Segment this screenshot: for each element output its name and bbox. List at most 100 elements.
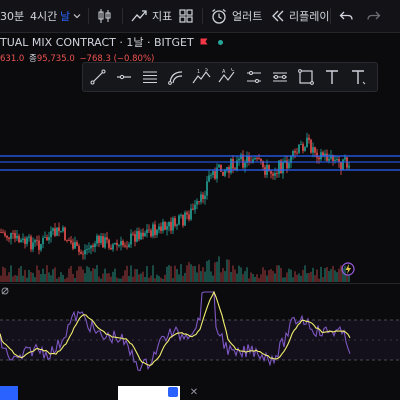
- candle-body: [260, 158, 262, 161]
- replay-rewind-icon: [272, 10, 284, 22]
- price-range-tool[interactable]: [243, 66, 265, 88]
- candle-body: [98, 235, 100, 243]
- volume-bar: [172, 278, 174, 282]
- volume-bar: [158, 275, 160, 282]
- parallel-channel-tool[interactable]: [139, 66, 161, 88]
- close-value: 95,735.0: [36, 54, 75, 64]
- candle-body: [222, 171, 224, 176]
- volume-bar: [56, 278, 58, 282]
- volume-bar: [198, 264, 200, 282]
- candle-body: [182, 214, 184, 226]
- volume-bar: [326, 267, 328, 282]
- volume-bar: [322, 277, 324, 282]
- candle-body: [194, 204, 196, 210]
- candle-body: [26, 237, 28, 244]
- trend-line-tool[interactable]: [87, 66, 109, 88]
- volume-bar: [76, 270, 78, 282]
- candle-body: [316, 152, 318, 158]
- candle-body: [96, 235, 98, 244]
- open-value-partial: 631.0: [0, 54, 25, 64]
- volume-bar: [110, 276, 112, 282]
- candle-body: [342, 159, 344, 171]
- info-badge-icon[interactable]: [168, 387, 178, 397]
- volume-bar: [218, 256, 220, 282]
- candle-body: [198, 201, 200, 202]
- volume-bar: [208, 259, 210, 282]
- candle-body: [196, 201, 198, 205]
- volume-bar: [192, 266, 194, 282]
- elliott-wave-tool[interactable]: 15: [191, 66, 213, 88]
- volume-bar: [254, 276, 256, 282]
- candle-body: [112, 244, 114, 250]
- volume-bar: [58, 276, 60, 282]
- volume-bar: [318, 278, 320, 282]
- flag-icon[interactable]: [199, 37, 209, 47]
- volume-bar: [186, 265, 188, 282]
- horizontal-ray-tool[interactable]: [113, 66, 135, 88]
- candle-body: [40, 244, 42, 250]
- volume-bar: [148, 277, 150, 282]
- candle-body: [20, 240, 22, 243]
- volume-bar: [214, 262, 216, 282]
- candle-body: [200, 194, 202, 202]
- text-note-tool[interactable]: [347, 66, 369, 88]
- layout-button[interactable]: [178, 0, 194, 32]
- interval-dropdown[interactable]: [72, 0, 82, 32]
- volume-bar: [112, 271, 114, 282]
- curve-icon: [168, 71, 183, 85]
- candle-body: [50, 231, 52, 238]
- interval-30m-button[interactable]: 30분: [0, 0, 24, 32]
- candle-body: [34, 240, 36, 243]
- volume-bar: [234, 269, 236, 282]
- candle-body: [188, 214, 190, 220]
- replay-button[interactable]: 리플레이: [270, 0, 329, 32]
- close-icon[interactable]: ✕: [188, 387, 200, 399]
- alert-button[interactable]: 얼러트: [210, 0, 262, 32]
- chart-type-button[interactable]: [96, 0, 114, 32]
- candle-body: [248, 156, 250, 162]
- volume-bar: [288, 268, 290, 282]
- candle-body: [206, 181, 208, 196]
- candle-body: [132, 233, 134, 235]
- volume-bar: [324, 268, 326, 282]
- rectangle-tool[interactable]: [295, 66, 317, 88]
- candle-body: [156, 229, 158, 235]
- rsi-chart[interactable]: [0, 284, 400, 386]
- candle-body: [32, 242, 34, 250]
- volume-bar: [60, 272, 62, 282]
- volume-bar: [268, 270, 270, 282]
- volume-bar: [98, 276, 100, 282]
- candle-body: [120, 241, 122, 246]
- top-toolbar: 30분 4시간 날 지표 얼러트 리플레이: [0, 0, 400, 33]
- horizontal-level-band[interactable]: [0, 155, 400, 171]
- volume-bar: [74, 278, 76, 282]
- volume-bar: [244, 271, 246, 282]
- volume-bar: [146, 266, 148, 282]
- toolbar-divider: [122, 8, 123, 24]
- candle-body: [106, 237, 108, 240]
- candle-body: [102, 236, 104, 248]
- redo-button[interactable]: [366, 0, 382, 32]
- candle-body: [4, 232, 6, 236]
- candle-body: [254, 158, 256, 160]
- candle-body: [172, 218, 174, 231]
- interval-day-button[interactable]: 날: [60, 0, 70, 32]
- symbol-title[interactable]: TUAL MIX CONTRACT · 1날 · BITGET: [0, 34, 223, 50]
- bottom-panel[interactable]: [118, 386, 180, 400]
- volume-bar: [292, 277, 294, 282]
- curve-tool[interactable]: [165, 66, 187, 88]
- volume-bar: [168, 265, 170, 282]
- indicators-button[interactable]: 지표: [130, 0, 172, 32]
- candle-body: [2, 232, 4, 234]
- abcd-pattern-tool[interactable]: AC: [217, 66, 239, 88]
- volume-bar: [296, 274, 298, 282]
- date-range-tool[interactable]: [269, 66, 291, 88]
- candle-body: [308, 137, 310, 140]
- text-tool[interactable]: [321, 66, 343, 88]
- interval-4h-button[interactable]: 4시간: [30, 0, 57, 32]
- candle-body: [6, 235, 8, 238]
- candle-body: [166, 226, 168, 230]
- price-chart[interactable]: [0, 92, 400, 282]
- undo-button[interactable]: [338, 0, 354, 32]
- volume-bar: [246, 267, 248, 282]
